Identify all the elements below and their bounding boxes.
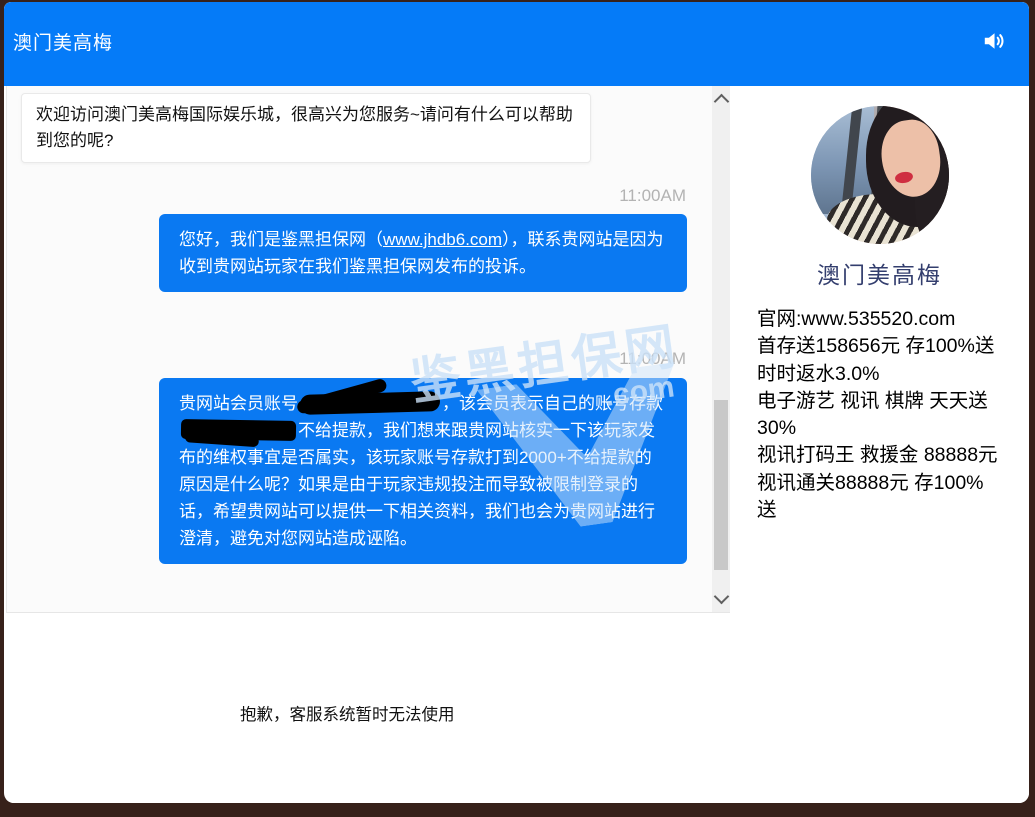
jhdb6-link[interactable]: www.jhdb6.com xyxy=(383,230,502,249)
page-title: 澳门美高梅 xyxy=(13,28,113,55)
footer-area: 抱歉，客服系统暂时无法使用 xyxy=(6,613,730,803)
system-unavailable-notice: 抱歉，客服系统暂时无法使用 xyxy=(240,701,455,725)
message-text: ，该会员表示自己的账号存款 xyxy=(442,394,663,413)
scrollbar-thumb[interactable] xyxy=(714,400,728,570)
header: 澳门美高梅 xyxy=(4,2,1029,86)
promo-line: 官网:www.535520.com xyxy=(757,306,1003,333)
chat-window: 澳门美高梅 欢迎访问澳门美高梅国际娱乐城，很高兴为您服务~请问有什么可以帮助到您… xyxy=(4,2,1029,803)
redaction-mark xyxy=(181,419,296,441)
chat-area: 欢迎访问澳门美高梅国际娱乐城，很高兴为您服务~请问有什么可以帮助到您的呢? 11… xyxy=(6,86,730,613)
promo-line: 视讯打码王 救援金 88888元 xyxy=(757,442,1003,469)
outgoing-message-1: 您好，我们是鉴黑担保网（www.jhdb6.com），联系贵网站是因为收到贵网站… xyxy=(159,214,687,292)
avatar xyxy=(811,106,949,244)
outgoing-message-2: 贵网站会员账号，该会员表示自己的账号存款不给提款，我们想来跟贵网站核实一下该玩家… xyxy=(159,378,687,564)
page-background: { "header": { "title": "澳门美高梅" }, "chat"… xyxy=(0,0,1035,817)
sidebar: 澳门美高梅 官网:www.535520.com 首存送158656元 存100%… xyxy=(730,86,1029,803)
promo-line: 首存送158656元 存100%送 时时返水3.0% xyxy=(757,333,1003,388)
chat-scrollbar[interactable] xyxy=(712,86,730,612)
promo-line: 电子游艺 视讯 棋牌 天天送30% xyxy=(757,388,1003,443)
sidebar-site-name: 澳门美高梅 xyxy=(730,256,1029,290)
timestamp: 11:00AM xyxy=(619,349,686,369)
redaction-mark xyxy=(300,391,440,415)
promo-line: 视讯通关88888元 存100%送 xyxy=(757,470,1003,525)
timestamp: 11:00AM xyxy=(619,186,686,206)
incoming-message-text: 欢迎访问澳门美高梅国际娱乐城，很高兴为您服务~请问有什么可以帮助到您的呢? xyxy=(36,105,573,150)
message-text: 贵网站会员账号 xyxy=(179,394,298,413)
scroll-up-icon[interactable] xyxy=(714,94,730,110)
speaker-icon[interactable] xyxy=(981,28,1007,54)
incoming-message: 欢迎访问澳门美高梅国际娱乐城，很高兴为您服务~请问有什么可以帮助到您的呢? xyxy=(21,93,591,163)
scroll-down-icon[interactable] xyxy=(714,589,730,605)
message-text: 您好，我们是鉴黑担保网（ xyxy=(179,230,383,249)
promo-block: 官网:www.535520.com 首存送158656元 存100%送 时时返水… xyxy=(757,306,1003,524)
